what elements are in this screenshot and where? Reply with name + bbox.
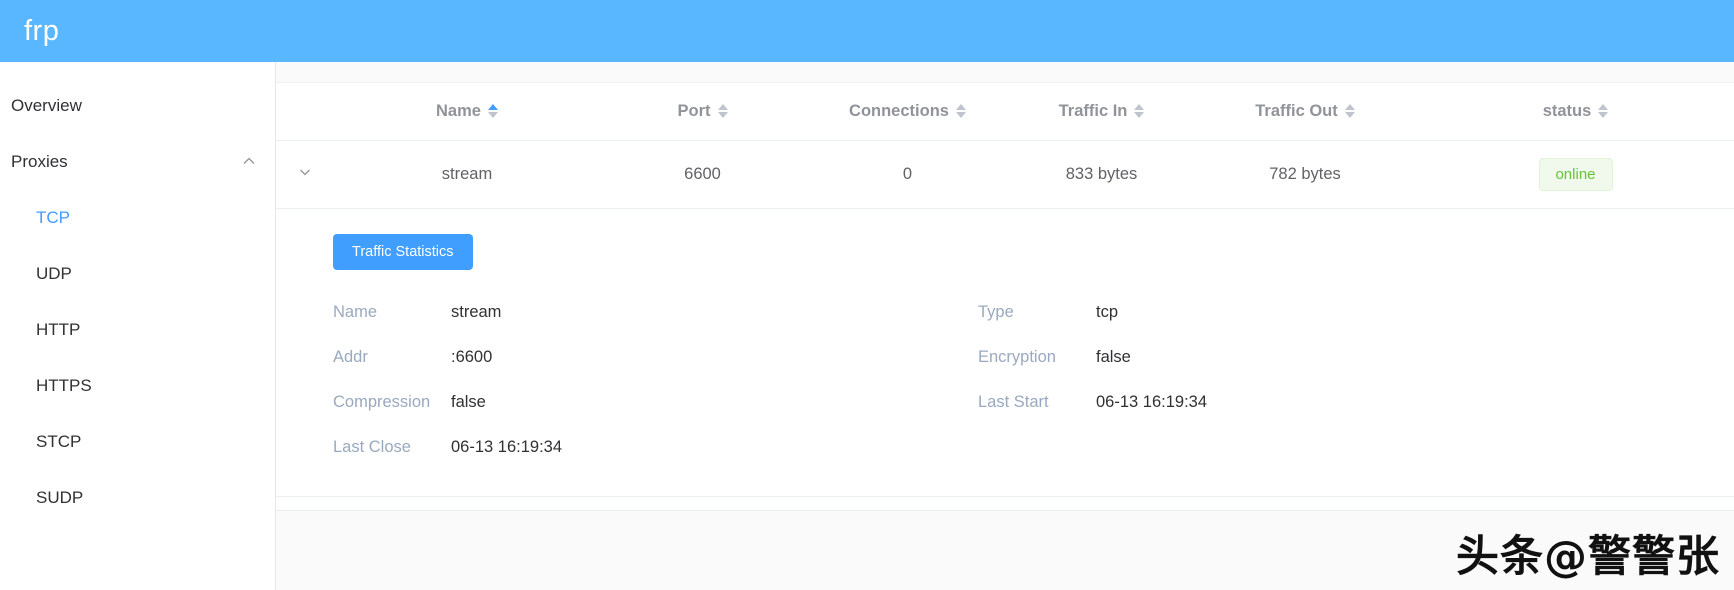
content-top-strip — [276, 62, 1734, 83]
table-body: stream 6600 0 833 bytes 782 bytes online — [276, 140, 1734, 209]
detail-field — [978, 425, 1734, 470]
sort-caret-icon[interactable] — [487, 103, 498, 119]
table-header-expand-cell — [276, 83, 334, 141]
sidebar-item-label: HTTP — [36, 320, 81, 339]
detail-field: Addr :6600 — [333, 335, 978, 380]
sort-caret-icon[interactable] — [1344, 103, 1355, 119]
cell-name: stream — [334, 140, 600, 209]
sidebar-item-label: UDP — [36, 264, 72, 283]
sidebar: Overview Proxies TCP UDP HTTP HTTPS STCP SUDP — [0, 62, 276, 590]
sidebar-item-label: STCP — [36, 432, 82, 451]
column-header-label: Traffic In — [1058, 101, 1128, 120]
column-header-label: Traffic Out — [1255, 101, 1338, 120]
sidebar-item-label: HTTPS — [36, 376, 92, 395]
cell-traffic-out: 782 bytes — [1193, 140, 1417, 209]
detail-field-value: tcp — [1096, 303, 1119, 321]
detail-field-label: Last Close — [333, 438, 411, 456]
detail-field: Encryption false — [978, 335, 1734, 380]
column-header-label: status — [1542, 101, 1592, 120]
sidebar-item-stcp[interactable]: STCP — [0, 414, 275, 470]
chevron-up-icon[interactable] — [241, 153, 257, 169]
row-expand-cell[interactable] — [276, 140, 334, 209]
table-header: Name Port Connections Traffic In Traffic Out… — [276, 83, 1734, 141]
detail-field-label: Encryption — [978, 348, 1056, 366]
sort-caret-icon[interactable] — [1598, 103, 1609, 119]
detail-field-value: stream — [451, 303, 502, 321]
column-header-traffic-in[interactable]: Traffic In — [1010, 83, 1193, 141]
proxies-table: Name Port Connections Traffic In Traffic Out… — [276, 83, 1734, 209]
sort-caret-icon[interactable] — [1134, 103, 1145, 119]
column-header-status[interactable]: status — [1417, 83, 1734, 141]
sidebar-item-overview[interactable]: Overview — [0, 78, 275, 134]
detail-field-label: Last Start — [978, 393, 1049, 411]
cell-connections: 0 — [805, 140, 1010, 209]
detail-field-label: Addr — [333, 348, 368, 366]
app-header: frp — [0, 0, 1734, 62]
column-header-traffic-out[interactable]: Traffic Out — [1193, 83, 1417, 141]
detail-field: Last Start 06-13 16:19:34 — [978, 380, 1734, 425]
column-header-label: Port — [677, 101, 711, 120]
main-content: Name Port Connections Traffic In Traffic Out… — [276, 62, 1734, 590]
column-header-label: Name — [436, 101, 481, 120]
sidebar-item-label: Overview — [11, 96, 82, 115]
cell-traffic-in: 833 bytes — [1010, 140, 1193, 209]
detail-field-label: Name — [333, 303, 378, 321]
sidebar-item-udp[interactable]: UDP — [0, 246, 275, 302]
sort-caret-icon[interactable] — [717, 103, 728, 119]
app-root: frp Overview Proxies TCP UDP HTTP HTTPS STCP SU… — [0, 0, 1734, 590]
sidebar-item-label: Proxies — [11, 152, 68, 171]
column-header-port[interactable]: Port — [600, 83, 805, 141]
detail-field-label: Compression — [333, 393, 431, 411]
sidebar-item-https[interactable]: HTTPS — [0, 358, 275, 414]
detail-field: Last Close 06-13 16:19:34 — [333, 425, 978, 470]
table-header-row: Name Port Connections Traffic In Traffic Out… — [276, 83, 1734, 141]
column-header-connections[interactable]: Connections — [805, 83, 1010, 141]
detail-field-value: false — [1096, 348, 1131, 366]
proxy-detail-panel: Traffic Statistics Name stream Type tcp Addr… — [276, 208, 1734, 497]
traffic-statistics-button[interactable]: Traffic Statistics — [333, 233, 473, 270]
cell-port: 6600 — [600, 140, 805, 209]
sidebar-item-label: TCP — [36, 208, 70, 227]
cell-status: online — [1417, 140, 1734, 209]
sort-caret-icon[interactable] — [955, 103, 966, 119]
sidebar-item-proxies[interactable]: Proxies — [0, 134, 275, 190]
brand-title: frp — [24, 14, 60, 47]
detail-field-label: Type — [978, 303, 1014, 321]
proxy-detail-fields: Name stream Type tcp Addr :6600 Encryption fals… — [333, 290, 1734, 470]
sidebar-item-sudp[interactable]: SUDP — [0, 470, 275, 526]
detail-field-value: false — [451, 393, 486, 411]
table-row[interactable]: stream 6600 0 833 bytes 782 bytes online — [276, 140, 1734, 209]
detail-field-value: 06-13 16:19:34 — [451, 438, 563, 456]
sidebar-item-label: SUDP — [36, 488, 84, 507]
detail-field-value: 06-13 16:19:34 — [1096, 393, 1208, 411]
sidebar-item-http[interactable]: HTTP — [0, 302, 275, 358]
status-badge: online — [1538, 157, 1613, 191]
detail-field: Type tcp — [978, 290, 1734, 335]
detail-field: Compression false — [333, 380, 978, 425]
detail-field-value: :6600 — [451, 348, 493, 366]
detail-field: Name stream — [333, 290, 978, 335]
footer-strip — [276, 510, 1734, 590]
column-header-name[interactable]: Name — [334, 83, 600, 141]
column-header-label: Connections — [849, 101, 949, 120]
chevron-down-icon[interactable] — [297, 164, 313, 180]
sidebar-item-tcp[interactable]: TCP — [0, 190, 275, 246]
